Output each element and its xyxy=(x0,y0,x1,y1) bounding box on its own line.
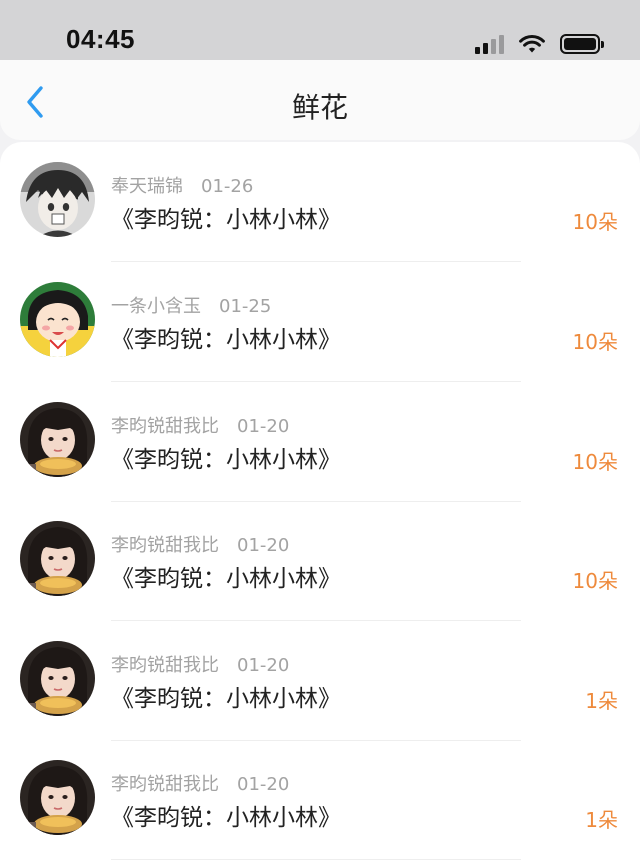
item-meta: 李昀锐甜我比 01-20 xyxy=(111,531,289,557)
flower-count: 10朵 xyxy=(572,450,618,474)
cartoon-girl-avatar-icon xyxy=(20,282,95,357)
flower-count: 10朵 xyxy=(572,569,618,593)
item-date: 01-20 xyxy=(237,655,290,676)
nav-bar: 鲜花 xyxy=(0,60,640,140)
work-title[interactable]: 《李昀锐：小林小林》 xyxy=(111,440,341,474)
avatar[interactable] xyxy=(20,162,95,237)
anime-boy-avatar-icon xyxy=(20,162,95,237)
item-meta: 李昀锐甜我比 01-20 xyxy=(111,412,289,438)
signal-icon xyxy=(475,34,504,54)
avatar[interactable] xyxy=(20,760,95,835)
item-date: 01-25 xyxy=(219,296,272,317)
flower-list: 奉天瑞锦 01-26 《李昀锐：小林小林》 10朵 一条小含玉 01-25 《李… xyxy=(0,142,640,865)
work-title[interactable]: 《李昀锐：小林小林》 xyxy=(111,679,341,713)
item-meta: 奉天瑞锦 01-26 xyxy=(111,172,253,198)
item-date: 01-20 xyxy=(237,535,290,556)
divider xyxy=(111,859,521,860)
flower-count: 10朵 xyxy=(572,210,618,234)
flower-count: 10朵 xyxy=(572,330,618,354)
photo-girl-avatar-icon xyxy=(20,402,95,477)
list-item[interactable]: 李昀锐甜我比 01-20 《李昀锐：小林小林》 1朵 xyxy=(0,621,640,741)
photo-girl-avatar-icon xyxy=(20,641,95,716)
flower-count: 1朵 xyxy=(585,808,618,832)
work-title[interactable]: 《李昀锐：小林小林》 xyxy=(111,559,341,593)
user-name[interactable]: 李昀锐甜我比 xyxy=(111,535,219,556)
avatar[interactable] xyxy=(20,282,95,357)
photo-girl-avatar-icon xyxy=(20,521,95,596)
list-item[interactable]: 李昀锐甜我比 01-20 《李昀锐：小林小林》 1朵 xyxy=(0,740,640,860)
list-item[interactable]: 李昀锐甜我比 01-20 《李昀锐：小林小林》 10朵 xyxy=(0,382,640,502)
item-date: 01-26 xyxy=(201,176,254,197)
wifi-icon xyxy=(519,35,545,53)
avatar[interactable] xyxy=(20,641,95,716)
status-bar: 04:45 xyxy=(0,0,640,60)
work-title[interactable]: 《李昀锐：小林小林》 xyxy=(111,320,341,354)
work-title[interactable]: 《李昀锐：小林小林》 xyxy=(111,200,341,234)
flower-count: 1朵 xyxy=(585,689,618,713)
list-item[interactable]: 李昀锐甜我比 01-20 《李昀锐：小林小林》 10朵 xyxy=(0,501,640,621)
item-date: 01-20 xyxy=(237,774,290,795)
battery-icon xyxy=(560,34,604,54)
item-meta: 一条小含玉 01-25 xyxy=(111,292,271,318)
item-meta: 李昀锐甜我比 01-20 xyxy=(111,770,289,796)
status-time: 04:45 xyxy=(66,24,135,54)
user-name[interactable]: 李昀锐甜我比 xyxy=(111,655,219,676)
work-title[interactable]: 《李昀锐：小林小林》 xyxy=(111,798,341,832)
page-title: 鲜花 xyxy=(291,91,348,124)
avatar[interactable] xyxy=(20,402,95,477)
user-name[interactable]: 李昀锐甜我比 xyxy=(111,416,219,437)
list-item[interactable]: 奉天瑞锦 01-26 《李昀锐：小林小林》 10朵 xyxy=(0,142,640,262)
status-icons xyxy=(475,30,604,54)
user-name[interactable]: 李昀锐甜我比 xyxy=(111,774,219,795)
item-meta: 李昀锐甜我比 01-20 xyxy=(111,651,289,677)
user-name[interactable]: 一条小含玉 xyxy=(111,296,201,317)
photo-girl-avatar-icon xyxy=(20,760,95,835)
user-name[interactable]: 奉天瑞锦 xyxy=(111,176,183,197)
avatar[interactable] xyxy=(20,521,95,596)
list-item[interactable]: 一条小含玉 01-25 《李昀锐：小林小林》 10朵 xyxy=(0,262,640,382)
item-date: 01-20 xyxy=(237,416,290,437)
